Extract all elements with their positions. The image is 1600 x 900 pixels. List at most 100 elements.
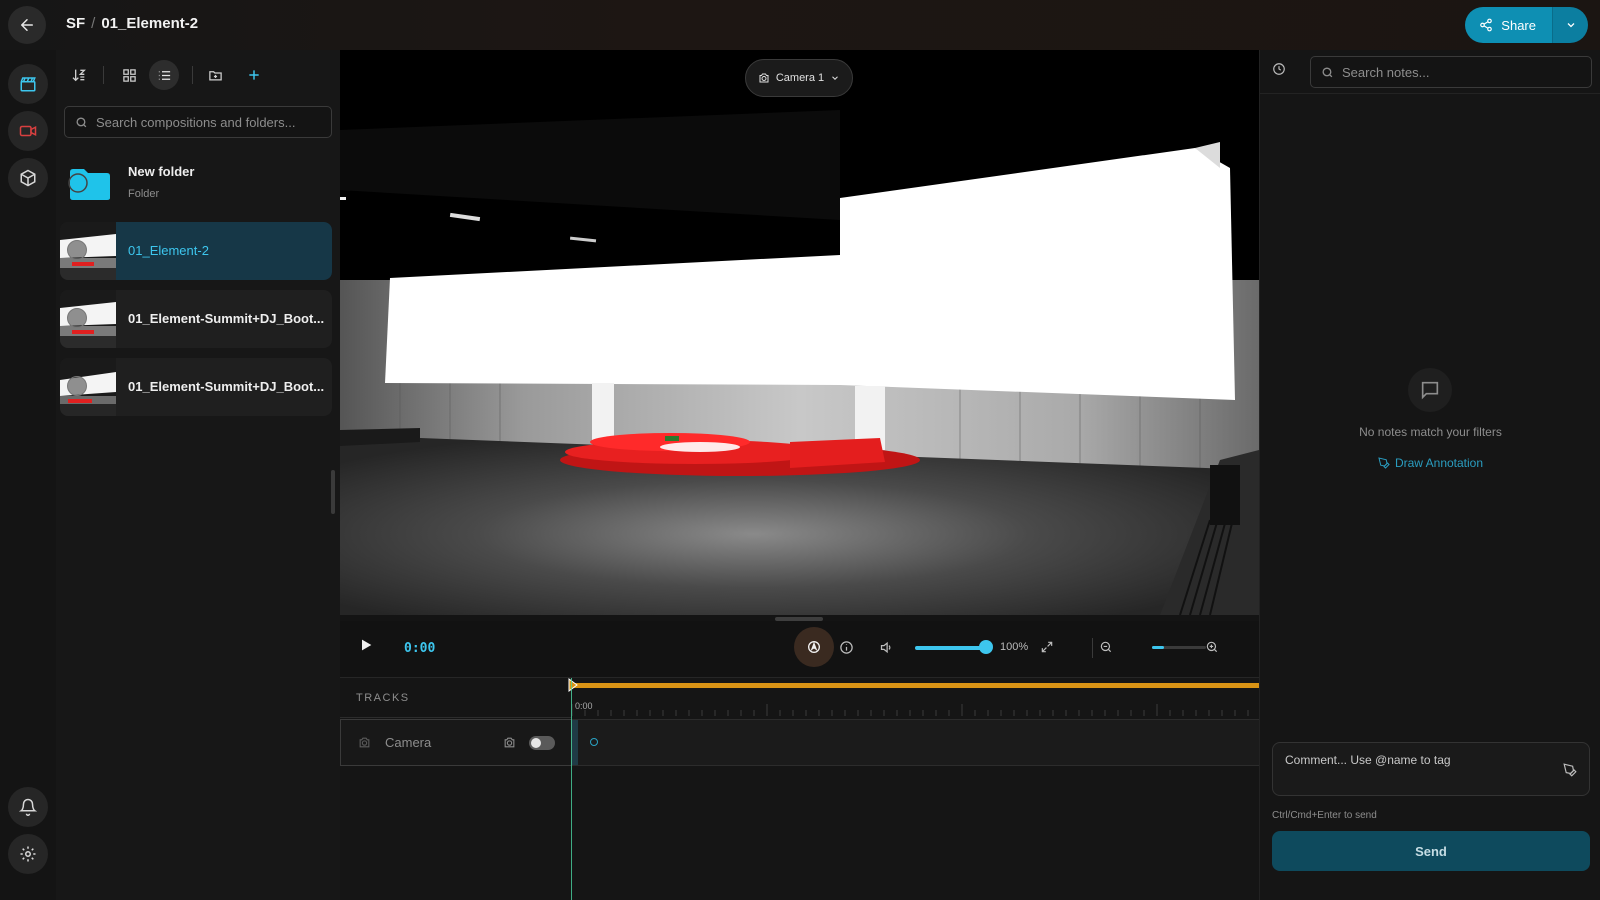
sort-button[interactable] bbox=[64, 60, 94, 90]
notes-search-box bbox=[1310, 56, 1592, 88]
volume-slider-handle[interactable] bbox=[979, 640, 993, 654]
tracks-label: TRACKS bbox=[356, 692, 410, 704]
camera-select-label: Camera 1 bbox=[775, 72, 825, 84]
composition-name: 01_Element-Summit+DJ_Boot... bbox=[128, 311, 325, 326]
track-row-camera[interactable]: Camera bbox=[340, 719, 572, 766]
breadcrumb-separator: / bbox=[91, 15, 96, 32]
folder-type: Folder bbox=[128, 188, 160, 200]
zoom-out-icon bbox=[1100, 641, 1112, 653]
share-button-group: Share bbox=[1465, 7, 1588, 43]
share-options-button[interactable] bbox=[1552, 7, 1588, 43]
video-camera-icon bbox=[19, 125, 37, 137]
ruler-start-label: 0:00 bbox=[575, 701, 593, 711]
playhead-marker-icon[interactable] bbox=[568, 678, 578, 692]
select-radio[interactable] bbox=[67, 376, 87, 396]
empty-notes-icon-wrap bbox=[1408, 368, 1452, 412]
player-divider bbox=[1092, 638, 1093, 658]
search-icon bbox=[1322, 66, 1333, 77]
list-item[interactable]: 01_Element-2 bbox=[60, 222, 332, 280]
notifications-button[interactable] bbox=[8, 787, 48, 827]
grid-view-button[interactable] bbox=[114, 60, 144, 90]
toolbar-divider bbox=[192, 66, 193, 84]
folder-item[interactable]: New folder Folder bbox=[60, 154, 332, 214]
send-hint: Ctrl/Cmd+Enter to send bbox=[1272, 810, 1377, 821]
navigation-icon bbox=[808, 641, 820, 653]
info-icon bbox=[839, 640, 853, 654]
rail-models-button[interactable] bbox=[8, 158, 48, 198]
list-item[interactable]: 01_Element-Summit+DJ_Boot... bbox=[60, 290, 332, 348]
folder-name: New folder bbox=[128, 164, 195, 179]
share-label: Share bbox=[1501, 17, 1536, 33]
track-enable-toggle[interactable] bbox=[529, 736, 555, 750]
rail-compositions-button[interactable] bbox=[8, 64, 48, 104]
zoom-in-icon bbox=[1206, 641, 1218, 653]
page-title: 01_Element-2 bbox=[101, 15, 199, 32]
list-item-label-area: 01_Element-Summit+DJ_Boot... bbox=[116, 290, 332, 348]
sidebar-resize-handle[interactable] bbox=[331, 470, 335, 514]
3d-viewport[interactable]: Camera 1 bbox=[340, 50, 1259, 615]
left-rail bbox=[0, 50, 56, 900]
speaker-icon bbox=[880, 641, 890, 653]
composition-name: 01_Element-2 bbox=[128, 243, 209, 258]
rail-cameras-button[interactable] bbox=[8, 111, 48, 151]
clock-icon bbox=[1273, 63, 1285, 75]
empty-notes-text: No notes match your filters bbox=[1359, 425, 1502, 439]
timeline-range-bar[interactable] bbox=[572, 683, 1259, 688]
camera-track-lane[interactable] bbox=[572, 719, 1259, 766]
toolbar-divider bbox=[103, 66, 104, 84]
playhead-line[interactable] bbox=[571, 678, 572, 900]
fullscreen-button[interactable] bbox=[1035, 635, 1059, 659]
camera-icon[interactable] bbox=[503, 736, 516, 749]
select-radio[interactable] bbox=[67, 240, 87, 260]
notes-search-input[interactable] bbox=[1342, 64, 1582, 80]
clapperboard-icon bbox=[20, 77, 36, 92]
expand-icon bbox=[1041, 641, 1053, 653]
draw-annotation-link[interactable]: Draw Annotation bbox=[1260, 456, 1600, 470]
list-item[interactable]: 01_Element-Summit+DJ_Boot... bbox=[60, 358, 332, 416]
back-button[interactable] bbox=[8, 6, 46, 44]
info-button[interactable] bbox=[834, 635, 858, 659]
zoom-out-button[interactable] bbox=[1094, 635, 1118, 659]
bell-icon bbox=[19, 798, 37, 816]
annotate-button[interactable] bbox=[1563, 763, 1577, 782]
notes-header bbox=[1260, 50, 1600, 94]
breadcrumb: SF / 01_Element-2 bbox=[66, 15, 198, 32]
settings-button[interactable] bbox=[8, 834, 48, 874]
timeline-ruler[interactable]: 0:00 bbox=[568, 678, 1259, 718]
top-bar: SF / 01_Element-2 Share bbox=[0, 0, 1600, 50]
play-icon bbox=[362, 639, 372, 651]
breadcrumb-root[interactable]: SF bbox=[66, 15, 85, 32]
comment-input[interactable] bbox=[1285, 753, 1545, 787]
volume-slider-track[interactable] bbox=[915, 646, 985, 650]
volume-button[interactable] bbox=[874, 635, 898, 659]
timeline: TRACKS Camera 0:00 bbox=[340, 677, 1259, 900]
composition-search-input[interactable] bbox=[96, 114, 316, 130]
history-button[interactable] bbox=[1272, 62, 1286, 81]
share-button[interactable]: Share bbox=[1465, 7, 1552, 43]
draw-annotation-label: Draw Annotation bbox=[1394, 456, 1484, 470]
send-button[interactable]: Send bbox=[1272, 831, 1590, 871]
folder-icon bbox=[68, 169, 110, 200]
sort-icon bbox=[72, 69, 86, 82]
new-folder-button[interactable] bbox=[200, 60, 230, 90]
chevron-down-icon bbox=[1567, 23, 1574, 28]
arrow-left-icon bbox=[21, 19, 33, 31]
camera-icon bbox=[359, 737, 370, 748]
list-view-button[interactable] bbox=[149, 60, 179, 90]
share-icon bbox=[1480, 18, 1493, 32]
camera-icon bbox=[759, 73, 769, 83]
list-item-label-area: 01_Element-Summit+DJ_Boot... bbox=[116, 358, 332, 416]
add-composition-button[interactable] bbox=[239, 60, 269, 90]
pen-tool-icon bbox=[1563, 763, 1577, 777]
recenter-button[interactable] bbox=[794, 627, 834, 667]
select-radio[interactable] bbox=[67, 308, 87, 328]
keyframe-marker[interactable] bbox=[590, 738, 598, 746]
tracks-header: TRACKS bbox=[340, 678, 572, 718]
composition-search-box bbox=[64, 106, 332, 138]
camera-select[interactable]: Camera 1 bbox=[745, 59, 853, 97]
zoom-in-button[interactable] bbox=[1200, 635, 1224, 659]
play-button[interactable] bbox=[358, 637, 374, 658]
timecode: 0:00 bbox=[404, 641, 436, 656]
chevron-down-icon bbox=[832, 76, 839, 80]
gear-icon bbox=[20, 846, 36, 862]
